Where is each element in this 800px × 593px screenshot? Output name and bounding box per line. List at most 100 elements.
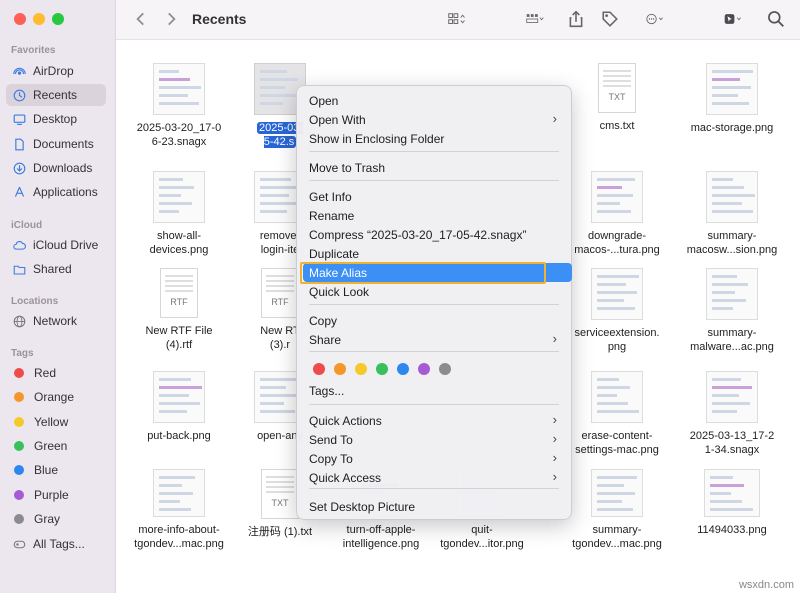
thumbnail-detail (712, 186, 744, 189)
menu-item-open-with[interactable]: Open With › (303, 110, 565, 129)
sidebar-item-label: Yellow (34, 415, 69, 429)
file-item[interactable]: serviceextension. png (562, 268, 672, 354)
file-name: mac-storage.png (690, 122, 774, 134)
group-by-button[interactable] (518, 8, 552, 30)
menu-item-copy[interactable]: Copy (303, 311, 565, 330)
sidebar-tag-orange[interactable]: Orange (6, 386, 106, 408)
file-item[interactable]: 2025-03-20_17-0 6-23.snagx (124, 63, 234, 149)
thumbnail-detail (597, 202, 620, 205)
tag-color-option[interactable] (313, 363, 325, 375)
tag-color-option[interactable] (334, 363, 346, 375)
file-item[interactable]: erase-content- settings-mac.png (562, 371, 672, 457)
menu-item-rename[interactable]: Rename (303, 206, 565, 225)
window-controls (14, 13, 64, 25)
minimize-window-button[interactable] (33, 13, 45, 25)
thumbnail-detail (159, 102, 199, 105)
sidebar-item-downloads[interactable]: Downloads (6, 157, 106, 179)
file-name: 2025-03-13_17-2 1-34.snagx (689, 430, 775, 456)
sidebar-item-applications[interactable]: Applications (6, 181, 106, 203)
sidebar-tag-red[interactable]: Red (6, 362, 106, 384)
text-line (266, 491, 294, 493)
file-item[interactable]: TXT cms.txt (562, 63, 672, 133)
sidebar-item-label: Blue (34, 463, 59, 477)
sidebar-item-recents[interactable]: Recents (6, 84, 106, 106)
sidebar-tag-blue[interactable]: Blue (6, 459, 106, 481)
file-item[interactable]: put-back.png (124, 371, 234, 443)
sidebar-tag-yellow[interactable]: Yellow (6, 411, 106, 433)
file-item[interactable]: summary- macosw...sion.png (677, 171, 787, 257)
file-item[interactable]: summary- malware...ac.png (677, 268, 787, 354)
sidebar: Favorites AirDrop Recents Desktop Docume… (0, 0, 116, 593)
sidebar-item-documents[interactable]: Documents (6, 133, 106, 155)
share-button[interactable] (566, 8, 586, 30)
file-item[interactable]: 2025-03-13_17-2 1-34.snagx (677, 371, 787, 457)
download-icon (13, 162, 26, 175)
tag-color-dot (14, 441, 24, 451)
sidebar-item-airdrop[interactable]: AirDrop (6, 60, 106, 82)
thumbnail-detail (260, 386, 286, 389)
thumbnail-detail (159, 500, 180, 503)
file-item[interactable]: mac-storage.png (677, 63, 787, 135)
file-name: put-back.png (147, 430, 211, 442)
screenshot-tool-button[interactable] (716, 8, 750, 30)
sidebar-item-network[interactable]: Network (6, 310, 106, 332)
group-icon (526, 14, 544, 23)
file-item[interactable]: downgrade- macos-...tura.png (562, 171, 672, 257)
view-mode-button[interactable] (442, 8, 472, 30)
text-line (165, 290, 193, 292)
file-item[interactable]: summary- tgondev...mac.png (562, 469, 672, 551)
menu-item-set-desktop-picture[interactable]: Set Desktop Picture (303, 497, 565, 516)
menu-item-tags[interactable]: Tags... (303, 381, 565, 400)
thumbnail-detail (712, 299, 746, 302)
forward-button[interactable] (162, 8, 180, 30)
menu-item-quick-look[interactable]: Quick Look (303, 282, 565, 301)
menu-item-show-in-enclosing-folder[interactable]: Show in Enclosing Folder (303, 129, 565, 148)
tag-color-option[interactable] (397, 363, 409, 375)
menu-item-share[interactable]: Share › (303, 330, 565, 349)
menu-item-open[interactable]: Open (303, 91, 565, 110)
sidebar-tag-purple[interactable]: Purple (6, 484, 106, 506)
menu-item-move-to-trash[interactable]: Move to Trash (303, 158, 565, 177)
document-thumbnail: RTF (160, 268, 198, 318)
menu-item-quick-access[interactable]: Quick Access › (303, 468, 565, 487)
thumbnail-detail (260, 94, 296, 97)
menu-item-send-to[interactable]: Send To › (303, 430, 565, 449)
thumbnail-detail (710, 484, 744, 487)
more-actions-button[interactable] (638, 8, 672, 30)
file-item[interactable]: 11494033.png (677, 469, 787, 537)
menu-item-compress-snagx[interactable]: Compress “2025-03-20_17-05-42.snagx” (303, 225, 565, 244)
back-button[interactable] (132, 8, 150, 30)
sidebar-item-shared[interactable]: Shared (6, 258, 106, 280)
image-thumbnail (706, 268, 758, 320)
search-button[interactable] (766, 8, 786, 30)
share-icon (569, 10, 583, 28)
sidebar-item-icloud-drive[interactable]: iCloud Drive (6, 234, 106, 256)
tag-color-option[interactable] (439, 363, 451, 375)
sidebar-tag-alltags[interactable]: All Tags... (6, 533, 106, 555)
tag-color-option[interactable] (418, 363, 430, 375)
menu-item-duplicate[interactable]: Duplicate (303, 244, 565, 263)
thumbnail-detail (260, 86, 285, 89)
sidebar-item-label: Network (33, 314, 78, 328)
sidebar-tag-gray[interactable]: Gray (6, 508, 106, 530)
menu-item-quick-actions[interactable]: Quick Actions › (303, 411, 565, 430)
sidebar-item-desktop[interactable]: Desktop (6, 108, 106, 130)
sidebar-item-label: Applications (33, 185, 98, 199)
file-item[interactable]: show-all- devices.png (124, 171, 234, 257)
thumbnail-detail (712, 78, 740, 81)
tag-button[interactable] (600, 8, 620, 30)
tag-color-option[interactable] (376, 363, 388, 375)
file-item[interactable]: RTF New RTF File (4).rtf (124, 268, 234, 352)
zoom-window-button[interactable] (52, 13, 64, 25)
tag-color-option[interactable] (355, 363, 367, 375)
menu-item-copy-to[interactable]: Copy To › (303, 449, 565, 468)
menu-item-label: Compress “2025-03-20_17-05-42.snagx” (309, 227, 527, 242)
thumbnail-detail (710, 492, 731, 495)
menu-item-get-info[interactable]: Get Info (303, 187, 565, 206)
file-item[interactable]: more-info-about- tgondev...mac.png (124, 469, 234, 551)
close-window-button[interactable] (14, 13, 26, 25)
tag-color-dot (14, 465, 24, 475)
thumbnail-detail (712, 86, 751, 89)
globe-icon (13, 315, 26, 328)
sidebar-tag-green[interactable]: Green (6, 435, 106, 457)
